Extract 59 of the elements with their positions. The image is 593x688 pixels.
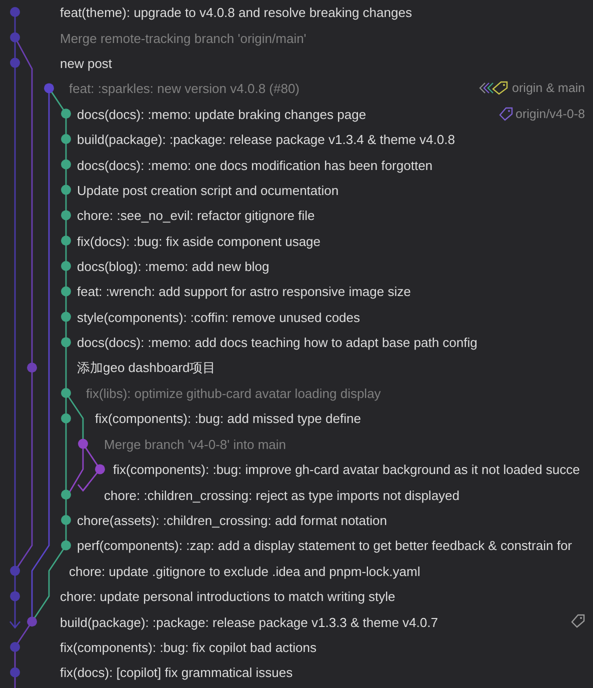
commit-message[interactable]: docs(docs): :memo: add docs teaching how to adapt base path config bbox=[0, 335, 478, 350]
commit-dot[interactable] bbox=[61, 184, 71, 195]
commit-message[interactable]: build(package): :package: release package v1.3.3 & theme v4.0.7 bbox=[0, 614, 438, 630]
commit-dot[interactable] bbox=[61, 236, 71, 246]
commit-dot[interactable] bbox=[10, 58, 20, 68]
commit-message[interactable]: 添加geo dashboard项目 bbox=[0, 359, 216, 378]
commit-dot[interactable] bbox=[61, 413, 71, 424]
commit-message[interactable]: feat: :sparkles: new version v4.0.8 (#80) bbox=[0, 81, 300, 96]
commit-message[interactable]: chore: :see_no_evil: refactor gitignore file bbox=[0, 208, 315, 224]
commit-message[interactable]: build(package): :package: release package v1.3.4 & theme v4.0.8 bbox=[0, 132, 455, 148]
commit-message[interactable]: style(components): :coffin: remove unused codes bbox=[0, 310, 360, 325]
commit-dot[interactable] bbox=[61, 159, 71, 170]
commit-dot[interactable] bbox=[27, 362, 37, 373]
commit-dot[interactable] bbox=[61, 134, 71, 144]
commit-message[interactable]: fix(libs): optimize github-card avatar loading display bbox=[0, 386, 381, 402]
commit-dot[interactable] bbox=[61, 108, 71, 119]
commit-message[interactable]: docs(docs): :memo: update braking changes page bbox=[0, 106, 366, 122]
commit-message[interactable]: fix(docs): :bug: fix aside component usage bbox=[0, 234, 321, 249]
commit-message[interactable]: Update post creation script and ocumentation bbox=[0, 182, 339, 198]
commit-dot[interactable] bbox=[61, 261, 71, 271]
commit-dot[interactable] bbox=[10, 7, 20, 17]
branch-tags-icon bbox=[479, 81, 510, 96]
commit-message[interactable]: fix(components): :bug: improve gh-card avatar background as it not loaded succe bbox=[0, 462, 580, 478]
commit-dot[interactable] bbox=[61, 337, 71, 348]
commit-message[interactable]: fix(components): :bug: fix copilot bad actions bbox=[0, 640, 317, 655]
commit-message[interactable]: Merge branch 'v4-0-8' into main bbox=[0, 436, 286, 452]
tag-icon bbox=[498, 106, 513, 121]
commit-dot[interactable] bbox=[61, 210, 71, 220]
commit-dot[interactable] bbox=[10, 667, 20, 678]
commit-message[interactable]: chore: :children_crossing: reject as type imports not displayed bbox=[0, 488, 460, 503]
commit-dot[interactable] bbox=[78, 438, 88, 449]
commit-message[interactable]: Merge remote-tracking branch 'origin/main' bbox=[0, 30, 306, 46]
branch-label: origin/v4-0-8 bbox=[516, 106, 585, 121]
commit-dot[interactable] bbox=[61, 388, 71, 398]
commit-dot[interactable] bbox=[95, 464, 105, 474]
commit-message[interactable]: fix(components): :bug: add missed type define bbox=[0, 411, 361, 426]
commit-dot[interactable] bbox=[10, 566, 20, 576]
commit-dot[interactable] bbox=[10, 591, 20, 602]
commit-message[interactable]: chore: update .gitignore to exclude .idea and pnpm-lock.yaml bbox=[0, 564, 420, 579]
commit-dot[interactable] bbox=[10, 642, 20, 652]
commit-message[interactable]: feat: :wrench: add support for astro responsive image size bbox=[0, 284, 411, 300]
commit-message[interactable]: perf(components): :zap: add a display statement to get better feedback & constrain for bbox=[0, 538, 572, 554]
commit-dot[interactable] bbox=[61, 286, 71, 296]
commit-dot[interactable] bbox=[61, 515, 71, 525]
commit-message[interactable]: chore(assets): :children_crossing: add format notation bbox=[0, 513, 387, 528]
commit-message[interactable]: fix(docs): [copilot] fix grammatical issues bbox=[0, 665, 293, 680]
commit-dot[interactable] bbox=[61, 312, 71, 322]
commit-message[interactable]: new post bbox=[0, 56, 112, 71]
commit-dot[interactable] bbox=[27, 616, 37, 627]
commit-dot[interactable] bbox=[10, 32, 20, 42]
commit-message[interactable]: docs(docs): :memo: one docs modification has been forgotten bbox=[0, 158, 433, 173]
commit-dot[interactable] bbox=[44, 83, 54, 94]
commit-dot[interactable] bbox=[61, 490, 71, 500]
tag-icon bbox=[571, 614, 585, 628]
commit-message[interactable]: docs(blog): :memo: add new blog bbox=[0, 259, 270, 274]
branch-label: origin & main bbox=[512, 81, 585, 96]
commit-dot[interactable] bbox=[61, 540, 71, 550]
commit-message[interactable]: chore: update personal introductions to match writing style bbox=[0, 589, 396, 604]
commit-message[interactable]: feat(theme): upgrade to v4.0.8 and resolve breaking changes bbox=[0, 5, 412, 20]
